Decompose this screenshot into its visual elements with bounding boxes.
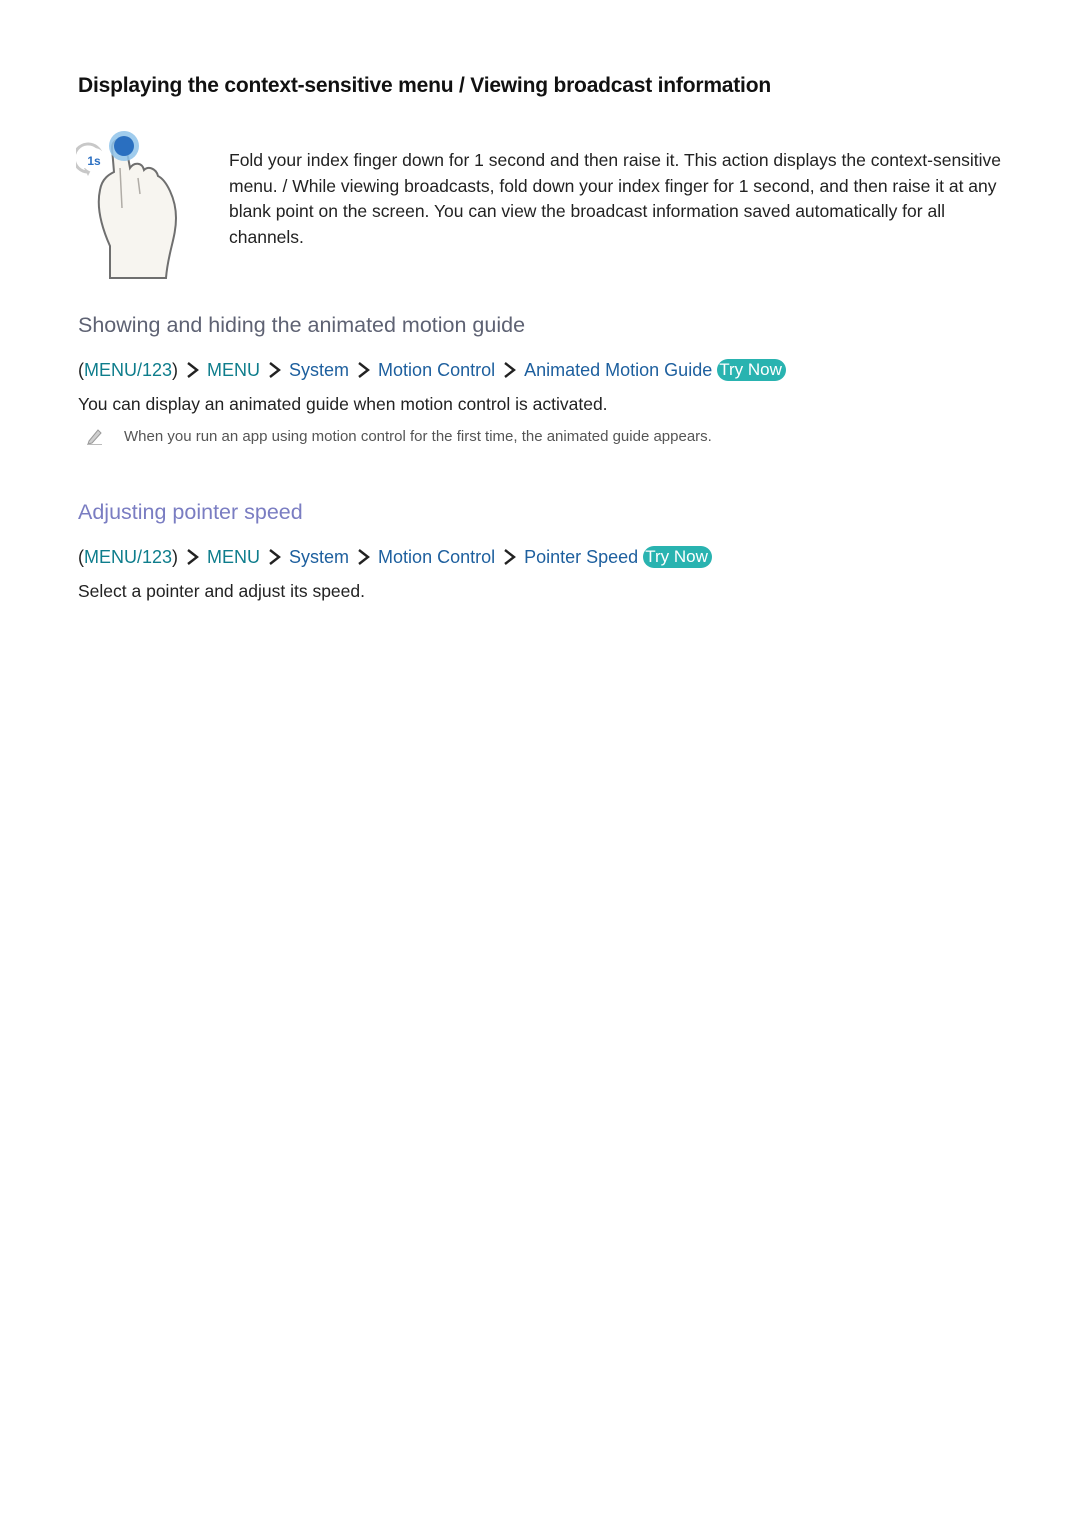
section-heading-context-menu: Displaying the context-sensitive menu / … — [78, 74, 771, 97]
chevron-right-icon — [187, 549, 199, 565]
path-motion-control[interactable]: Motion Control — [378, 360, 495, 381]
pencil-icon — [87, 429, 102, 445]
menu-path-animated-guide: ( MENU/123 ) MENU System Motion Control … — [78, 359, 786, 381]
note-text: When you run an app using motion control… — [124, 427, 712, 445]
path-menu123[interactable]: MENU/123 — [84, 360, 172, 381]
path-motion-control[interactable]: Motion Control — [378, 547, 495, 568]
timer-badge: 1s — [87, 154, 101, 168]
chevron-right-icon — [269, 549, 281, 565]
chevron-right-icon — [504, 549, 517, 565]
note: When you run an app using motion control… — [86, 427, 712, 445]
path-menu[interactable]: MENU — [207, 360, 260, 381]
chevron-right-icon — [358, 362, 371, 378]
path-menu123[interactable]: MENU/123 — [84, 547, 172, 568]
gesture-description: Fold your index finger down for 1 second… — [229, 150, 1002, 247]
close-paren: ) — [172, 359, 179, 380]
chevron-right-icon — [269, 362, 281, 378]
section-heading-pointer-speed: Adjusting pointer speed — [78, 500, 303, 524]
try-now-button[interactable]: Try Now — [717, 359, 786, 381]
close-paren: ) — [172, 546, 179, 567]
animated-guide-description: You can display an animated guide when m… — [78, 394, 608, 414]
section-heading-animated-guide: Showing and hiding the animated motion g… — [78, 313, 526, 337]
path-menu[interactable]: MENU — [207, 547, 260, 568]
path-system[interactable]: System — [289, 360, 349, 381]
hand-gesture-fold-finger-icon: 1s — [72, 128, 186, 280]
try-now-button[interactable]: Try Now — [643, 546, 712, 568]
path-system[interactable]: System — [289, 547, 349, 568]
chevron-right-icon — [187, 362, 199, 378]
path-animated-motion-guide[interactable]: Animated Motion Guide — [524, 360, 712, 381]
menu-path-pointer-speed: ( MENU/123 ) MENU System Motion Control … — [78, 546, 712, 568]
pointer-speed-description: Select a pointer and adjust its speed. — [78, 581, 365, 601]
chevron-right-icon — [358, 549, 371, 565]
chevron-right-icon — [504, 362, 517, 378]
path-pointer-speed[interactable]: Pointer Speed — [524, 547, 638, 568]
